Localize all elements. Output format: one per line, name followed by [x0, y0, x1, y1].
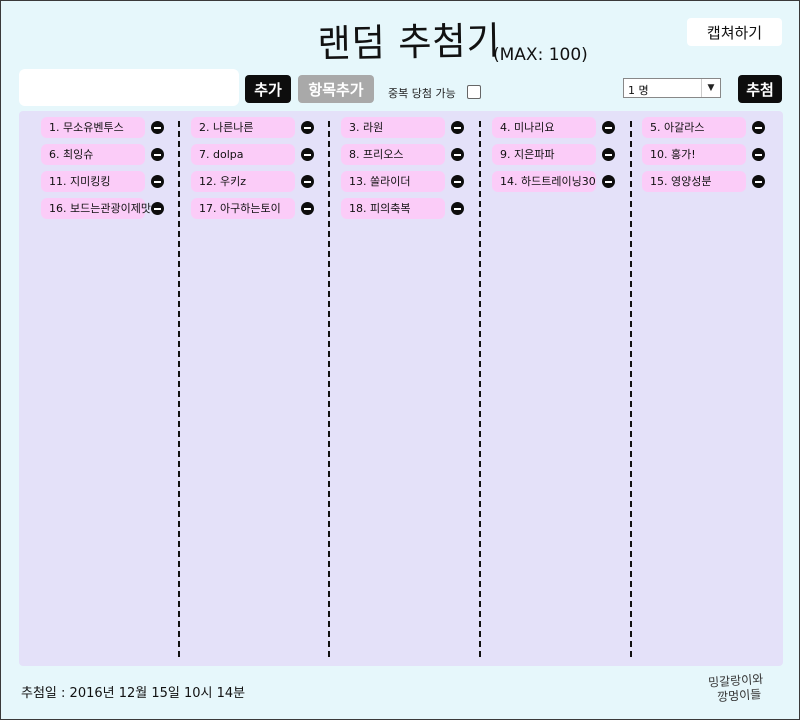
winner-count-value: 1 명 — [628, 84, 649, 97]
entries-board: 1. 무소유벤투스 2. 나른나른 3. 라원 4. 미나리요 5. 아갈라스 6. 최잉… — [19, 111, 783, 666]
entry-item: 14. 하드트레이닝30 — [492, 171, 596, 192]
remove-entry-icon[interactable] — [301, 148, 314, 161]
caret-down-icon: ▼ — [701, 79, 720, 97]
entry-item: 16. 보드는관광이제맛 — [41, 198, 151, 219]
item-name-input[interactable] — [19, 69, 239, 106]
draw-date-value: 2016년 12월 15일 10시 14분 — [69, 686, 246, 701]
column-divider — [630, 121, 632, 657]
remove-entry-icon[interactable] — [602, 121, 615, 134]
remove-entry-icon[interactable] — [752, 148, 765, 161]
draw-date-label: 추첨일 : — [21, 686, 66, 701]
brand-logo: 밍갈랑이와 깡멍이들 — [707, 671, 764, 705]
entry-item: 6. 최잉슈 — [41, 144, 145, 165]
entry-item: 2. 나른나른 — [191, 117, 295, 138]
draw-button[interactable]: 추첨 — [738, 75, 782, 103]
entry-item: 4. 미나리요 — [492, 117, 596, 138]
entry-item: 12. 우키z — [191, 171, 295, 192]
remove-entry-icon[interactable] — [151, 148, 164, 161]
entry-item: 5. 아갈라스 — [642, 117, 746, 138]
remove-entry-icon[interactable] — [301, 175, 314, 188]
remove-entry-icon[interactable] — [602, 148, 615, 161]
entry-item: 1. 무소유벤투스 — [41, 117, 145, 138]
remove-entry-icon[interactable] — [602, 175, 615, 188]
remove-entry-icon[interactable] — [451, 202, 464, 215]
remove-entry-icon[interactable] — [151, 175, 164, 188]
column-divider — [178, 121, 180, 657]
remove-entry-icon[interactable] — [451, 121, 464, 134]
add-button[interactable]: 추가 — [245, 75, 291, 103]
entry-item: 7. dolpa — [191, 144, 295, 165]
entry-item: 11. 지미킹킹 — [41, 171, 145, 192]
remove-entry-icon[interactable] — [301, 202, 314, 215]
app-window: 랜덤 추첨기 (MAX: 100) 캡쳐하기 추가 항목추가 중복 당첨 가능 … — [0, 0, 800, 720]
remove-entry-icon[interactable] — [451, 175, 464, 188]
entry-item: 15. 영양성분 — [642, 171, 746, 192]
entry-item: 8. 프리오스 — [341, 144, 445, 165]
remove-entry-icon[interactable] — [752, 175, 765, 188]
entry-item: 13. 쏠라이더 — [341, 171, 445, 192]
remove-entry-icon[interactable] — [301, 121, 314, 134]
capture-button[interactable]: 캡쳐하기 — [687, 18, 782, 46]
page-title: 랜덤 추첨기 — [317, 18, 502, 66]
draw-date: 추첨일 : 2016년 12월 15일 10시 14분 — [21, 682, 245, 701]
remove-entry-icon[interactable] — [151, 202, 164, 215]
entry-item: 10. 홍가! — [642, 144, 746, 165]
remove-entry-icon[interactable] — [752, 121, 765, 134]
winner-count-select[interactable]: 1 명 ▼ — [623, 78, 721, 98]
entry-item: 3. 라원 — [341, 117, 445, 138]
max-count-label: (MAX: 100) — [493, 45, 588, 65]
entry-item: 18. 피의축복 — [341, 198, 445, 219]
entry-item: 17. 아구하는토이 — [191, 198, 295, 219]
column-divider — [479, 121, 481, 657]
add-list-button[interactable]: 항목추가 — [298, 75, 374, 103]
duplicate-win-checkbox[interactable] — [467, 85, 481, 99]
duplicate-win-label: 중복 당첨 가능 — [388, 87, 456, 100]
remove-entry-icon[interactable] — [451, 148, 464, 161]
remove-entry-icon[interactable] — [151, 121, 164, 134]
column-divider — [328, 121, 330, 657]
entry-item: 9. 지은파파 — [492, 144, 596, 165]
